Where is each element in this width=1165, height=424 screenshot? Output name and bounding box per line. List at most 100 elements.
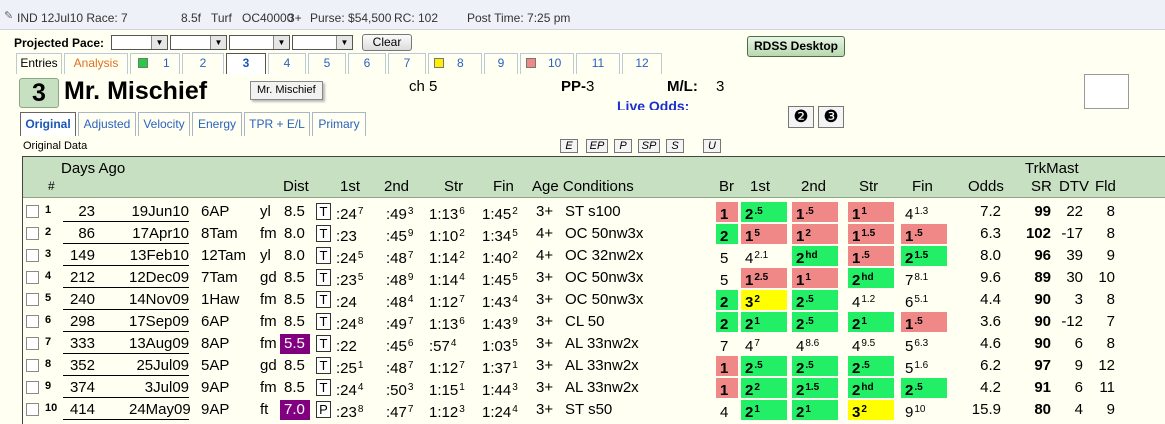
row-checkbox[interactable] bbox=[26, 359, 39, 372]
tab-horse-8[interactable]: 8 bbox=[428, 53, 482, 74]
row-checkbox[interactable] bbox=[26, 403, 39, 416]
tab-adjusted[interactable]: Adjusted bbox=[78, 112, 136, 136]
stretch-call-time: 1:127 bbox=[429, 360, 465, 377]
days-ago: 86 bbox=[78, 225, 95, 242]
track-condition: fm bbox=[260, 291, 277, 308]
tab-horse-5[interactable]: 5 bbox=[308, 53, 346, 74]
table-row[interactable]: 4 212 12Dec09 7Tam gd 8.5 T:235:489 1:144 1:455 3… bbox=[23, 267, 1165, 289]
tab-velocity[interactable]: Velocity bbox=[138, 112, 190, 136]
tab-horse-12[interactable]: 12 bbox=[622, 53, 662, 74]
surface-badge: T bbox=[316, 335, 331, 352]
clear-button[interactable]: Clear bbox=[362, 34, 412, 51]
stretch-call-position: 2.5 bbox=[848, 356, 894, 377]
row-checkbox[interactable] bbox=[26, 293, 39, 306]
pace-ep-button[interactable]: EP bbox=[586, 139, 608, 153]
row-underline bbox=[63, 221, 189, 222]
table-row[interactable]: 1 23 19Jun10 6AP yl 8.5 T:247:493 1:136 1:452 3+ S… bbox=[23, 201, 1165, 223]
pace-sp-button[interactable]: SP bbox=[638, 139, 660, 153]
race-purse: Purse: $54,500 bbox=[310, 11, 392, 25]
second-call-position: 1.5 bbox=[792, 202, 838, 223]
row-underline bbox=[63, 265, 189, 266]
speed-rating: 90 bbox=[1034, 335, 1051, 352]
row-checkbox[interactable] bbox=[26, 315, 39, 328]
second-call-position: 2hd bbox=[792, 246, 838, 267]
header-call-2nd: 2nd bbox=[801, 178, 827, 195]
tab-horse-1[interactable]: 1 bbox=[130, 53, 180, 74]
table-row[interactable]: 2 86 17Apr10 8Tam fm 8.0 T:23:459 1:102 1:345 4+ O… bbox=[23, 223, 1165, 245]
tab-horse-9[interactable]: 9 bbox=[484, 53, 518, 74]
row-checkbox[interactable] bbox=[26, 227, 39, 240]
pace-select-4[interactable]: ▼ bbox=[292, 35, 353, 50]
race-age: 4+ bbox=[536, 225, 554, 242]
row-checkbox[interactable] bbox=[26, 271, 39, 284]
tab-entries[interactable]: Entries bbox=[16, 53, 62, 74]
header-dist: Dist bbox=[283, 178, 309, 195]
tab-horse-11[interactable]: 11 bbox=[576, 53, 620, 74]
final-time: 1:455 bbox=[482, 272, 518, 289]
header-age-conditions: Age Conditions bbox=[532, 178, 634, 195]
race-class: OC40000 bbox=[242, 11, 294, 25]
pace-select-2[interactable]: ▼ bbox=[170, 35, 227, 50]
race-distance: 7.0 bbox=[280, 400, 310, 420]
row-checkbox[interactable] bbox=[26, 205, 39, 218]
race-age: 3+ bbox=[536, 203, 554, 220]
swatch-icon bbox=[526, 58, 536, 68]
row-checkbox[interactable] bbox=[26, 337, 39, 350]
program-number: 3 bbox=[19, 78, 59, 108]
tab-original[interactable]: Original bbox=[20, 112, 76, 136]
first-call-time: :22 bbox=[336, 338, 357, 355]
table-row[interactable]: 7 333 13Aug09 8AP fm 5.5 T:22:456:574 1:035 3+ AL… bbox=[23, 333, 1165, 355]
selection-2-icon[interactable]: ❷ bbox=[788, 106, 814, 128]
table-row[interactable]: 8 352 25Jul09 5AP gd 8.5 T:251:487 1:127 1:371 3+… bbox=[23, 355, 1165, 377]
dtv-value: 4 bbox=[1074, 401, 1083, 418]
tab-energy[interactable]: Energy bbox=[192, 112, 242, 136]
pace-select-3[interactable]: ▼ bbox=[229, 35, 290, 50]
color-age: ch 5 bbox=[409, 78, 438, 95]
row-checkbox[interactable] bbox=[26, 381, 39, 394]
tab-analysis[interactable]: Analysis bbox=[64, 53, 128, 74]
tab-horse-2[interactable]: 2 bbox=[182, 53, 224, 74]
table-row[interactable]: 10 414 24May09 9AP ft 7.0 P:238:477 1:123 1:244 3… bbox=[23, 399, 1165, 421]
race-age: 3+ bbox=[536, 401, 554, 418]
selection-3-icon[interactable]: ❸ bbox=[818, 106, 844, 128]
race-track: 9AP bbox=[201, 401, 230, 418]
tab-horse-3[interactable]: 3 bbox=[226, 53, 266, 74]
tab-horse-6[interactable]: 6 bbox=[348, 53, 386, 74]
days-ago: 374 bbox=[69, 379, 95, 396]
tab-primary[interactable]: Primary bbox=[312, 112, 366, 136]
header-sr: SR bbox=[1031, 178, 1052, 195]
break-position: 1 bbox=[716, 356, 738, 377]
tab-horse-4[interactable]: 4 bbox=[268, 53, 306, 74]
pace-p-button[interactable]: P bbox=[614, 139, 632, 153]
row-underline bbox=[63, 397, 189, 398]
tab-horse-10[interactable]: 10 bbox=[520, 53, 574, 74]
pace-e-button[interactable]: E bbox=[560, 139, 578, 153]
break-position: 1 bbox=[716, 378, 738, 399]
pace-u-button[interactable]: U bbox=[703, 139, 721, 153]
stretch-call-position: 21 bbox=[848, 312, 894, 333]
tab-tpr-el[interactable]: TPR + E/L bbox=[244, 112, 310, 136]
speed-rating: 91 bbox=[1034, 379, 1051, 396]
odds-value: 4.2 bbox=[980, 379, 1001, 396]
pace-select-1[interactable]: ▼ bbox=[111, 35, 168, 50]
tab-horse-7[interactable]: 7 bbox=[388, 53, 426, 74]
final-time: 1:452 bbox=[482, 206, 518, 223]
field-size: 8 bbox=[1106, 335, 1115, 352]
first-call-position: 2.5 bbox=[741, 202, 787, 223]
race-age: 3+ bbox=[288, 11, 302, 25]
table-row[interactable]: 3 149 13Feb10 12Tam yl 8.0 T:245:487 1:142 1:402… bbox=[23, 245, 1165, 267]
dtv-value: 3 bbox=[1074, 291, 1083, 308]
second-call-position: 21.5 bbox=[792, 378, 838, 399]
dtv-value: 39 bbox=[1066, 247, 1083, 264]
table-row[interactable]: 6 298 17Sep09 6AP fm 8.5 T:248:497 1:136 1:439 3+… bbox=[23, 311, 1165, 333]
race-distance: 8.5 bbox=[284, 269, 305, 286]
field-size: 7 bbox=[1106, 313, 1115, 330]
table-row[interactable]: 5 240 14Nov09 1Haw fm 8.5 T:24:484 1:127 1:434 3+… bbox=[23, 289, 1165, 311]
table-row[interactable]: 9 374 3Jul09 9AP fm 8.5 T:244:503 1:151 1:443 3+ A… bbox=[23, 377, 1165, 399]
surface-badge: T bbox=[316, 203, 331, 220]
odds-value: 3.6 bbox=[980, 313, 1001, 330]
pace-s-button[interactable]: S bbox=[666, 139, 684, 153]
row-number: 8 bbox=[45, 358, 52, 370]
break-position: 4 bbox=[720, 404, 729, 421]
row-checkbox[interactable] bbox=[26, 249, 39, 262]
